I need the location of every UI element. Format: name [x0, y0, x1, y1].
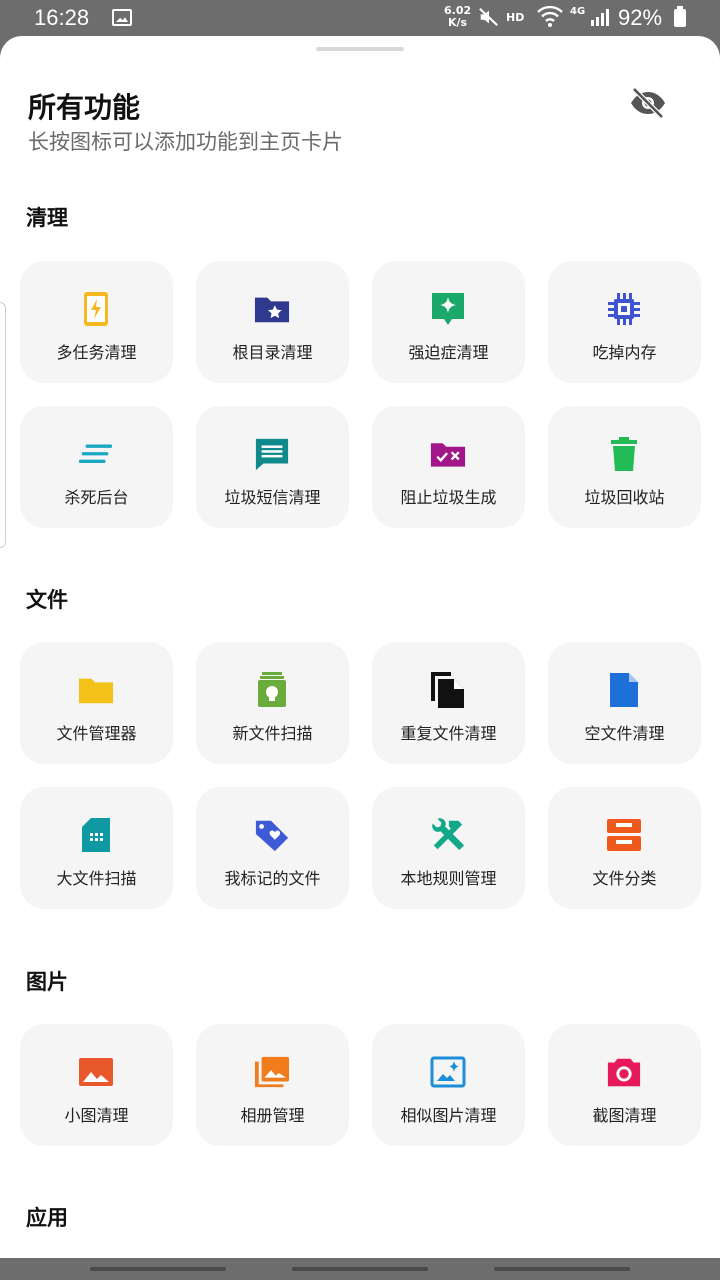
- feature-label: 文件分类: [592, 869, 657, 888]
- feature-kill-background[interactable]: 杀死后台: [20, 406, 173, 528]
- clean-grid: 多任务清理 根目录清理 强迫症清理 吃掉内存 杀死后台 垃圾短信清理 阻止垃圾生…: [20, 261, 701, 528]
- feature-label: 根目录清理: [232, 343, 313, 362]
- feature-block-junk[interactable]: 阻止垃圾生成: [372, 406, 525, 528]
- similar-image-icon: [430, 1054, 466, 1090]
- tag-heart-icon: [254, 817, 290, 853]
- feature-label: 吃掉内存: [592, 343, 657, 362]
- phone-bolt-icon: [78, 291, 114, 327]
- section-title-images: 图片: [26, 970, 68, 994]
- nav-back-button[interactable]: [494, 1267, 630, 1271]
- folder-icon: [78, 672, 114, 708]
- hd-badge: HD: [506, 11, 525, 24]
- feature-empty-file-clean[interactable]: 空文件清理: [548, 642, 701, 764]
- feature-file-manager[interactable]: 文件管理器: [20, 642, 173, 764]
- drag-handle[interactable]: [316, 47, 404, 51]
- trash-icon: [606, 436, 642, 472]
- feature-eat-memory[interactable]: 吃掉内存: [548, 261, 701, 383]
- page-subtitle: 长按图标可以添加功能到主页卡片: [28, 130, 343, 154]
- new-file-icon: [254, 672, 290, 708]
- nav-home-button[interactable]: [292, 1267, 428, 1271]
- feature-label: 文件管理器: [56, 724, 137, 743]
- duplicate-file-icon: [430, 672, 466, 708]
- camera-icon: [606, 1054, 642, 1090]
- mute-icon: [478, 6, 500, 33]
- feature-multitask-clean[interactable]: 多任务清理: [20, 261, 173, 383]
- feature-marked-files[interactable]: 我标记的文件: [196, 787, 349, 909]
- feature-duplicate-file-clean[interactable]: 重复文件清理: [372, 642, 525, 764]
- sparkle-badge-icon: [430, 291, 466, 327]
- image-icon: [78, 1054, 114, 1090]
- feature-spam-sms-clean[interactable]: 垃圾短信清理: [196, 406, 349, 528]
- inbox-tray-icon: [606, 817, 642, 853]
- feature-label: 强迫症清理: [408, 343, 489, 362]
- feature-label: 垃圾短信清理: [224, 488, 321, 507]
- message-icon: [254, 436, 290, 472]
- feature-root-clean[interactable]: 根目录清理: [196, 261, 349, 383]
- feature-label: 空文件清理: [584, 724, 665, 743]
- all-features-sheet: 所有功能 长按图标可以添加功能到主页卡片 清理 多任务清理 根目录清理 强迫症清…: [0, 36, 720, 1258]
- folder-star-icon: [254, 291, 290, 327]
- feature-label: 相册管理: [240, 1106, 305, 1125]
- feature-label: 垃圾回收站: [584, 488, 665, 507]
- chip-icon: [606, 291, 642, 327]
- feature-label: 新文件扫描: [232, 724, 313, 743]
- tools-icon: [430, 817, 466, 853]
- network-type: 4G: [570, 6, 586, 17]
- empty-file-icon: [606, 672, 642, 708]
- navigation-bar: [0, 1258, 720, 1280]
- battery-percent: 92%: [618, 5, 663, 30]
- sd-card-icon: [78, 817, 114, 853]
- network-speed: 6.02 K/s: [444, 4, 472, 29]
- feature-label: 我标记的文件: [224, 869, 321, 888]
- section-title-apps: 应用: [26, 1206, 68, 1230]
- images-grid: 小图清理 相册管理 相似图片清理 截图清理: [20, 1024, 701, 1146]
- lines-icon: [78, 436, 114, 472]
- wifi-icon: [536, 4, 564, 32]
- feature-large-file-scan[interactable]: 大文件扫描: [20, 787, 173, 909]
- status-time: 16:28: [34, 5, 90, 30]
- status-bar: 16:28 6.02 K/s HD 4G 92%: [0, 0, 720, 36]
- feature-label: 本地规则管理: [400, 869, 497, 888]
- feature-label: 大文件扫描: [56, 869, 137, 888]
- edge-panel-handle[interactable]: [0, 302, 6, 548]
- page-title: 所有功能: [28, 91, 141, 124]
- nav-recent-button[interactable]: [90, 1267, 226, 1271]
- signal-icon: [590, 8, 612, 30]
- hide-eye-icon[interactable]: [628, 86, 668, 120]
- feature-junk-recycle-bin[interactable]: 垃圾回收站: [548, 406, 701, 528]
- section-title-files: 文件: [26, 588, 68, 612]
- image-notification-icon: [112, 9, 132, 26]
- feature-file-categories[interactable]: 文件分类: [548, 787, 701, 909]
- feature-label: 杀死后台: [64, 488, 129, 507]
- feature-album-manager[interactable]: 相册管理: [196, 1024, 349, 1146]
- feature-new-file-scan[interactable]: 新文件扫描: [196, 642, 349, 764]
- feature-label: 小图清理: [64, 1106, 129, 1125]
- files-grid: 文件管理器 新文件扫描 重复文件清理 空文件清理 大文件扫描 我标记的文件 本地…: [20, 642, 701, 909]
- feature-label: 阻止垃圾生成: [400, 488, 497, 507]
- feature-local-rules[interactable]: 本地规则管理: [372, 787, 525, 909]
- feature-label: 重复文件清理: [400, 724, 497, 743]
- feature-label: 多任务清理: [56, 343, 137, 362]
- feature-label: 截图清理: [592, 1106, 657, 1125]
- folder-block-icon: [430, 436, 466, 472]
- feature-screenshot-clean[interactable]: 截图清理: [548, 1024, 701, 1146]
- feature-similar-image-clean[interactable]: 相似图片清理: [372, 1024, 525, 1146]
- album-icon: [254, 1054, 290, 1090]
- feature-ocd-clean[interactable]: 强迫症清理: [372, 261, 525, 383]
- feature-label: 相似图片清理: [400, 1106, 497, 1125]
- battery-icon: [674, 6, 686, 27]
- feature-small-image-clean[interactable]: 小图清理: [20, 1024, 173, 1146]
- section-title-clean: 清理: [26, 206, 68, 230]
